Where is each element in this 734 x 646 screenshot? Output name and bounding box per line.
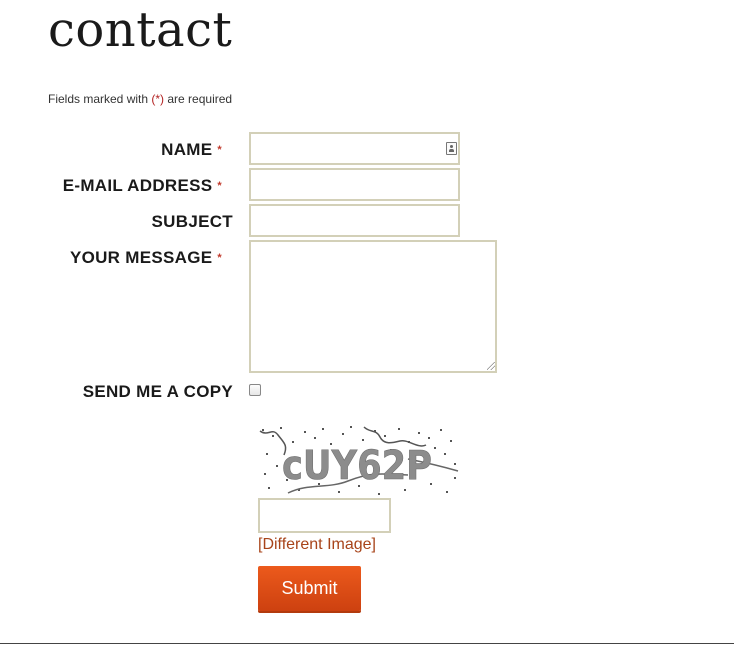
resize-grip-icon[interactable]	[487, 362, 495, 370]
email-label: E-MAIL ADDRESS *	[63, 176, 222, 196]
captcha-input[interactable]	[258, 498, 391, 533]
subject-label-text: SUBJECT	[151, 212, 233, 231]
message-label-text: YOUR MESSAGE	[69, 248, 213, 267]
required-star: *	[217, 144, 222, 156]
contact-card-icon[interactable]	[446, 142, 457, 155]
message-label: YOUR MESSAGE *	[70, 248, 222, 268]
submit-button[interactable]: Submit	[258, 566, 361, 611]
subject-input[interactable]	[249, 204, 460, 237]
name-label-text: NAME	[161, 140, 213, 159]
required-star: *	[217, 180, 222, 192]
required-note-prefix: Fields marked with	[48, 92, 152, 106]
required-note-suffix: are required	[164, 92, 233, 106]
copy-label-text: SEND ME A COPY	[82, 382, 233, 401]
required-star: *	[217, 252, 222, 264]
subject-label: SUBJECT	[152, 212, 233, 232]
send-copy-checkbox[interactable]	[249, 384, 261, 396]
captcha-image: cUY62P	[258, 423, 460, 497]
email-label-text: E-MAIL ADDRESS	[62, 176, 213, 195]
email-input[interactable]	[249, 168, 460, 201]
name-label: NAME *	[161, 140, 222, 160]
name-input[interactable]	[249, 132, 460, 165]
captcha-text: cUY62P	[282, 443, 432, 489]
different-image-link[interactable]: [Different Image]	[258, 536, 376, 554]
required-fields-note: Fields marked with (*) are required	[48, 92, 232, 106]
message-textarea[interactable]	[249, 240, 497, 373]
page-title: contact	[48, 2, 233, 58]
required-note-marker: (*)	[151, 92, 165, 106]
copy-label: SEND ME A COPY	[83, 382, 233, 402]
footer-divider	[0, 643, 734, 644]
